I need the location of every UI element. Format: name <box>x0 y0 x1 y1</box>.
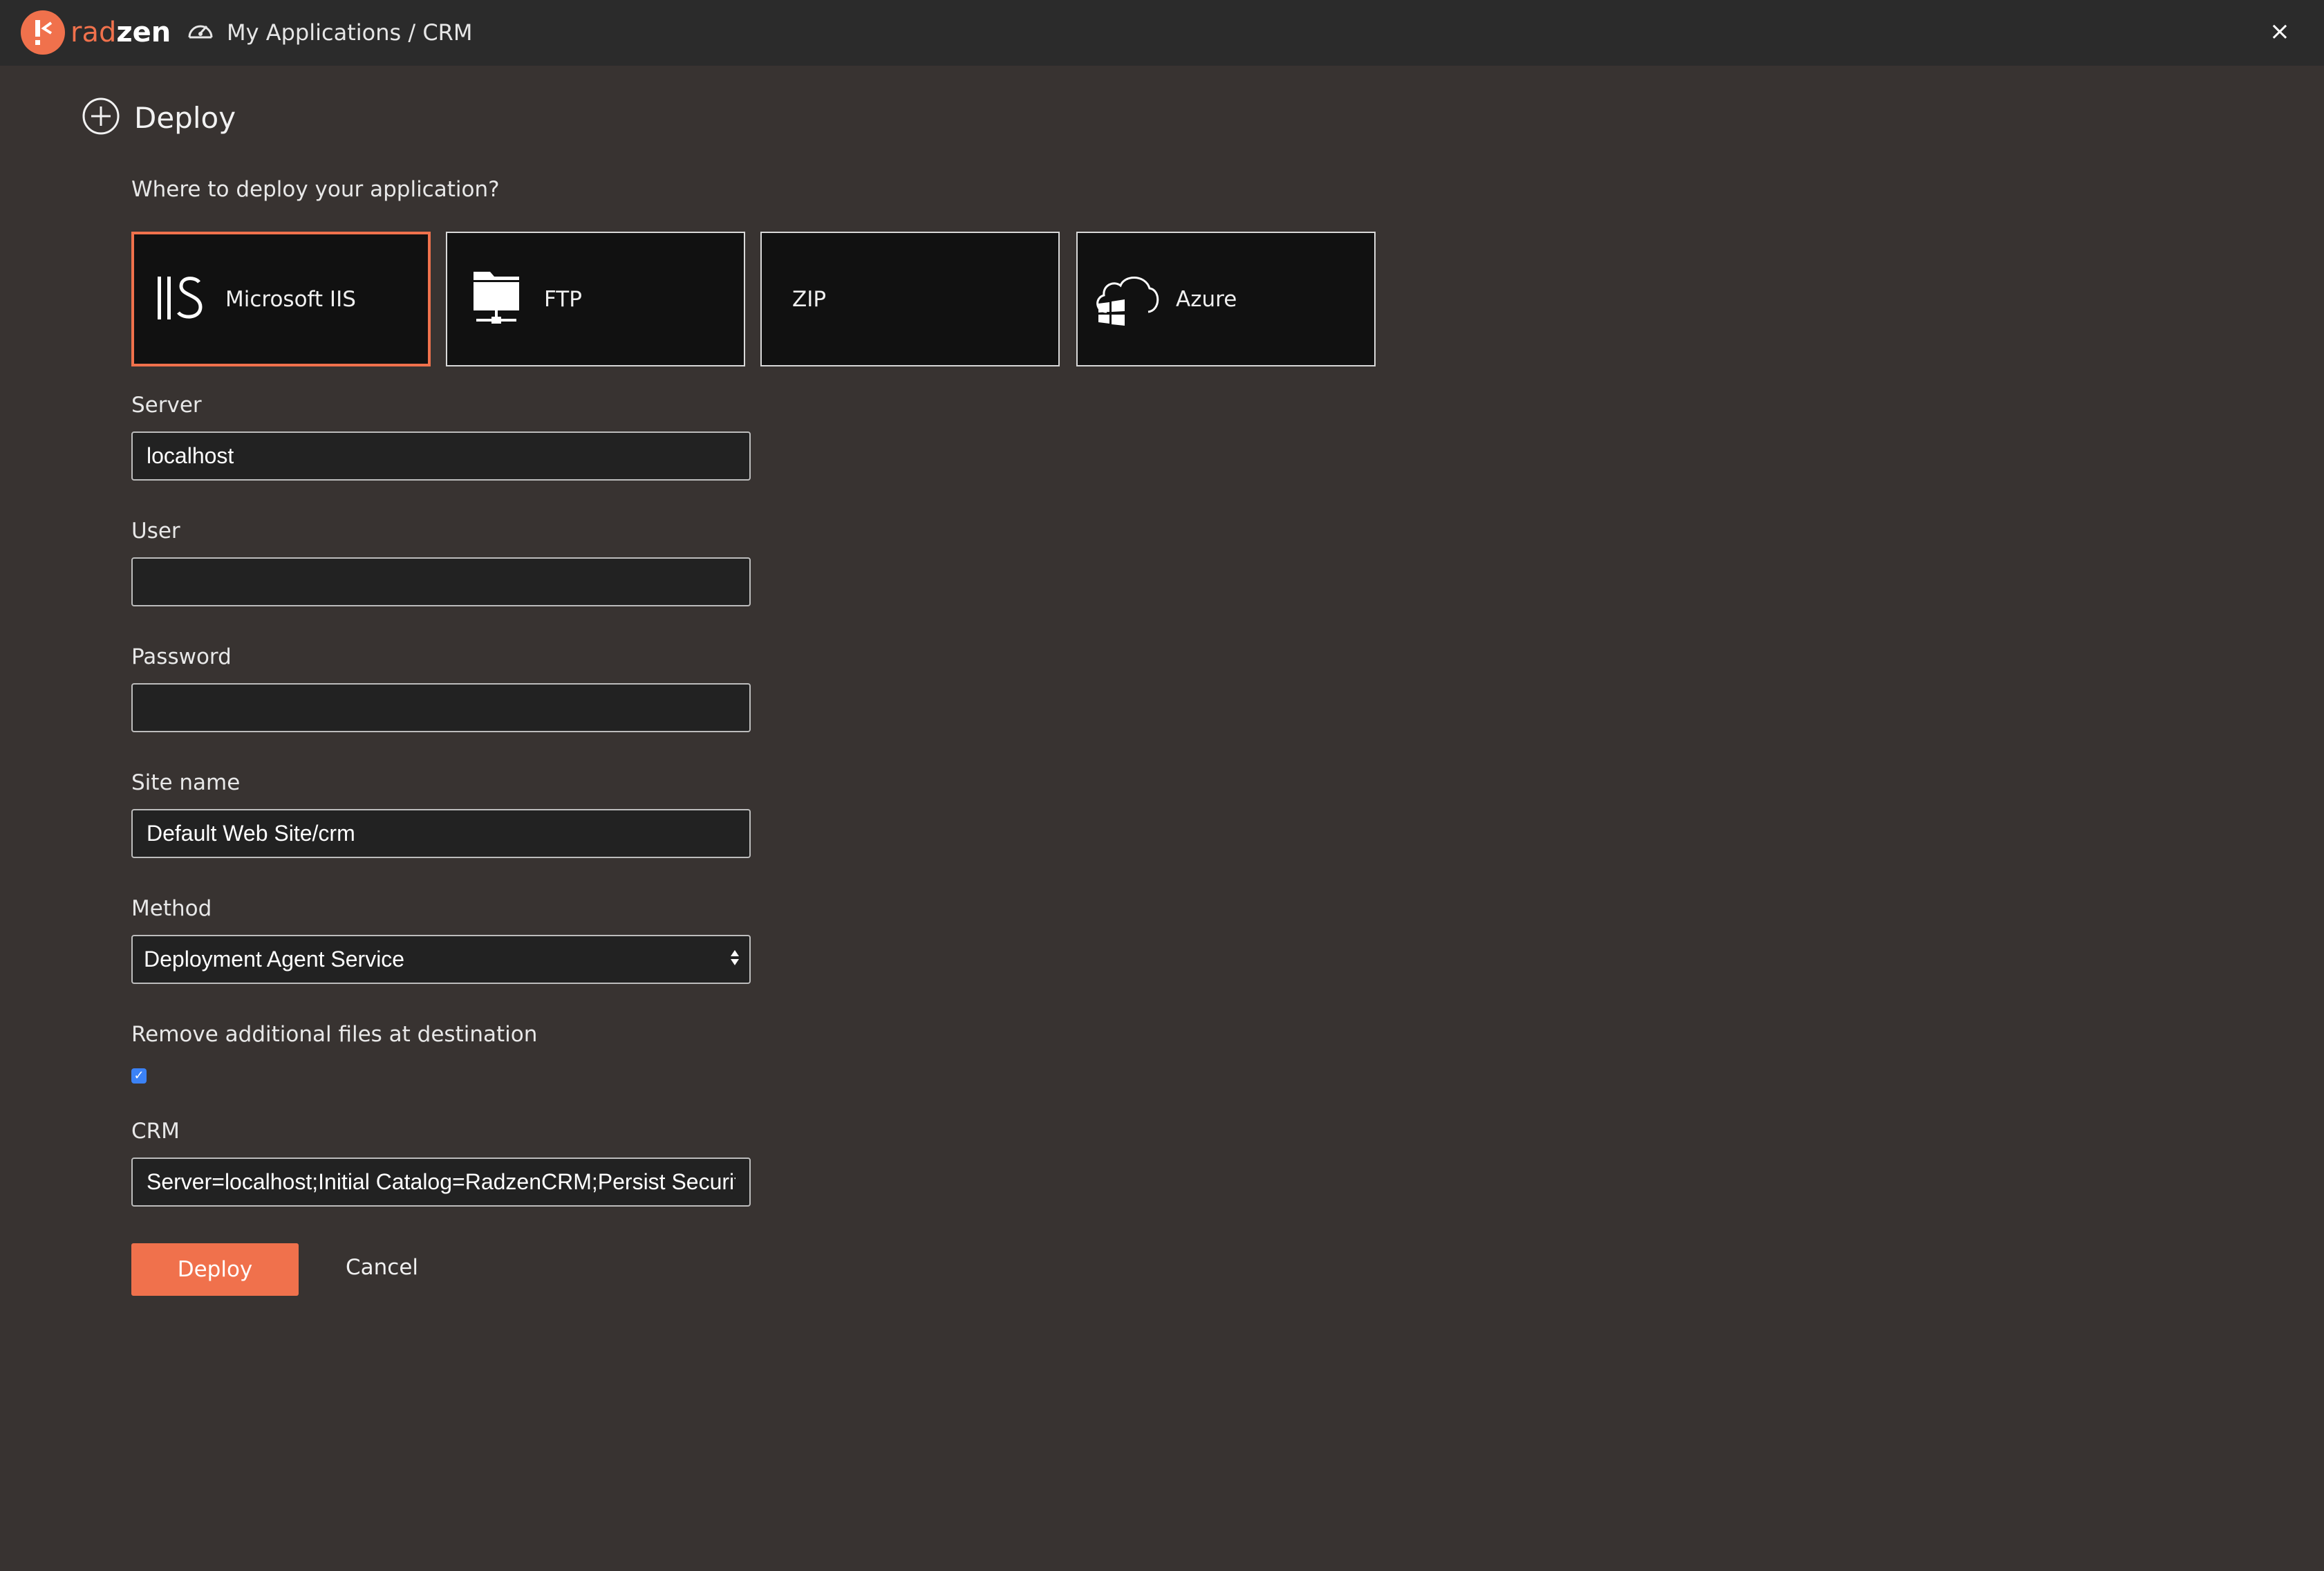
ftp-server-icon <box>471 269 522 330</box>
password-input[interactable] <box>131 683 751 732</box>
crm-label: CRM <box>131 1119 180 1144</box>
plus-circle-icon <box>82 97 120 138</box>
brand-name-part1: rad <box>71 17 117 48</box>
close-button[interactable]: × <box>2267 19 2292 44</box>
cancel-button[interactable]: Cancel <box>346 1255 418 1280</box>
checkmark-icon: ✓ <box>133 1068 144 1083</box>
target-ftp[interactable]: FTP <box>446 232 745 366</box>
breadcrumb-text[interactable]: My Applications / CRM <box>227 19 473 46</box>
method-label: Method <box>131 896 212 921</box>
method-select[interactable]: Deployment Agent Service <box>131 935 751 984</box>
deploy-question: Where to deploy your application? <box>131 177 500 202</box>
breadcrumb: My Applications / CRM <box>187 18 473 47</box>
brand-name-part2: zen <box>116 17 171 48</box>
site-name-label: Site name <box>131 770 241 795</box>
top-bar: radzen My Applications / CRM × <box>0 0 2324 66</box>
dashboard-gauge-icon <box>187 18 214 47</box>
method-selected-value: Deployment Agent Service <box>144 947 405 972</box>
remove-files-label: Remove additional files at destination <box>131 1022 538 1047</box>
target-label: FTP <box>544 286 582 312</box>
page-header: Deploy <box>82 97 236 138</box>
user-input[interactable] <box>131 557 751 606</box>
page-title: Deploy <box>134 100 236 135</box>
brand-name: radzen <box>71 17 171 48</box>
radzen-logo-icon <box>21 10 65 55</box>
crm-connection-input[interactable] <box>131 1158 751 1207</box>
password-label: Password <box>131 644 232 669</box>
server-input[interactable] <box>131 431 751 481</box>
target-microsoft-iis[interactable]: Microsoft IIS <box>131 232 431 366</box>
select-arrows-icon <box>730 947 740 972</box>
target-label: Azure <box>1176 286 1237 312</box>
site-name-input[interactable] <box>131 809 751 858</box>
target-azure[interactable]: Azure <box>1076 232 1376 366</box>
deploy-button[interactable]: Deploy <box>131 1243 299 1296</box>
target-zip[interactable]: ZIP <box>760 232 1060 366</box>
remove-files-checkbox[interactable]: ✓ <box>131 1068 147 1084</box>
radzen-logo[interactable]: radzen <box>21 10 171 55</box>
target-label: ZIP <box>792 286 827 312</box>
target-label: Microsoft IIS <box>225 286 356 312</box>
iis-icon <box>155 274 205 325</box>
user-label: User <box>131 519 180 543</box>
server-label: Server <box>131 393 202 418</box>
azure-cloud-icon <box>1091 270 1162 328</box>
